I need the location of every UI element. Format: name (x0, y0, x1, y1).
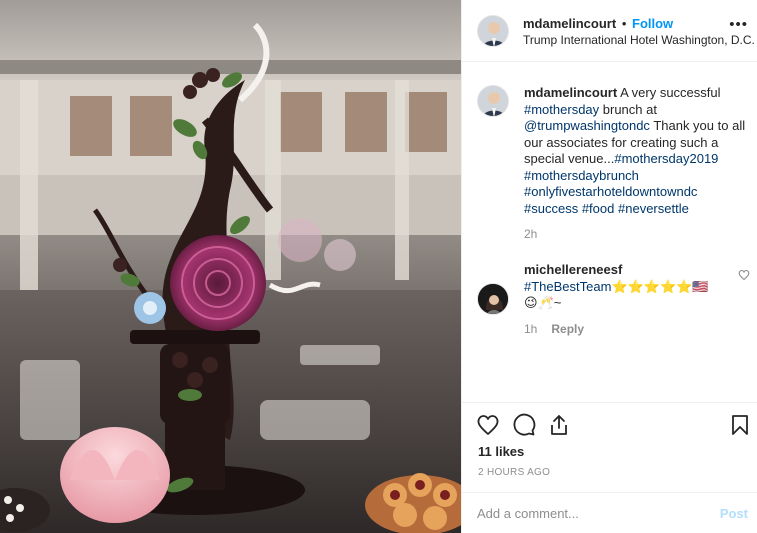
hashtag-link[interactable]: #neversettle (618, 201, 689, 216)
hashtag-link[interactable]: #success (524, 201, 578, 216)
hashtag-link[interactable]: #mothersday2019 (614, 151, 718, 166)
profile-photo-icon (478, 16, 508, 46)
bookmark-icon[interactable] (728, 413, 752, 437)
avatar[interactable] (477, 283, 509, 315)
reply-button[interactable]: Reply (551, 322, 584, 336)
comment-username[interactable]: michellereneesf (524, 262, 622, 277)
avatar[interactable] (477, 85, 509, 117)
comment-input[interactable] (477, 503, 697, 523)
post-side-panel: mdamelincourt • Follow Trump Internation… (461, 0, 757, 533)
caption-text-2: brunch at (599, 101, 657, 117)
header-username[interactable]: mdamelincourt (523, 16, 616, 31)
hashtag-link[interactable]: #mothersday (524, 102, 599, 117)
post-header: mdamelincourt • Follow Trump Internation… (462, 0, 757, 62)
caption-text-1: A very successful (617, 85, 721, 100)
comment-emojis-2: 😉🥂~ (524, 295, 562, 310)
profile-photo-icon (478, 86, 508, 116)
hashtag-link[interactable]: #mothersdaybrunch (524, 168, 639, 183)
comment-meta: 1h Reply (524, 322, 584, 336)
comment-timestamp[interactable]: 1h (524, 322, 537, 336)
add-comment-bar: Post (462, 492, 757, 533)
more-options-icon[interactable]: ••• (729, 17, 748, 32)
post-timestamp[interactable]: 2 HOURS AGO (478, 467, 550, 478)
comment-emojis: ⭐⭐⭐⭐⭐🇺🇸 (611, 278, 709, 294)
caption-text: mdamelincourt A very successful #mothers… (524, 85, 746, 217)
location-link[interactable]: Trump International Hotel Washington, D.… (523, 33, 755, 47)
share-icon[interactable] (547, 413, 571, 437)
heart-small-icon[interactable] (738, 269, 750, 281)
separator-dot: • (621, 16, 627, 31)
hashtag-link[interactable]: #food (582, 201, 615, 216)
comment-icon[interactable] (512, 413, 536, 437)
post-button[interactable]: Post (720, 506, 748, 521)
caption-username[interactable]: mdamelincourt (524, 85, 617, 100)
comments-section: mdamelincourt A very successful #mothers… (462, 62, 757, 402)
mention-link[interactable]: @trumpwashingtondc (524, 118, 650, 133)
caption-timestamp[interactable]: 2h (524, 227, 537, 241)
follow-button[interactable]: Follow (632, 16, 673, 31)
heart-icon[interactable] (476, 413, 500, 437)
likes-count[interactable]: 11 likes (478, 444, 524, 459)
avatar[interactable] (477, 15, 509, 47)
comment-text: michellereneesf #TheBestTeam⭐⭐⭐⭐⭐🇺🇸 😉🥂~ (524, 262, 746, 312)
hashtag-link[interactable]: #TheBestTeam (524, 279, 611, 294)
post-actions: 11 likes 2 HOURS AGO (462, 402, 757, 492)
header-user-line: mdamelincourt • Follow (523, 16, 673, 31)
chocolate-sculpture-image (0, 0, 461, 533)
post-photo[interactable] (0, 0, 461, 533)
profile-photo-icon (478, 284, 508, 314)
hashtag-link[interactable]: #onlyfivestarhoteldowntowndc (524, 184, 697, 199)
